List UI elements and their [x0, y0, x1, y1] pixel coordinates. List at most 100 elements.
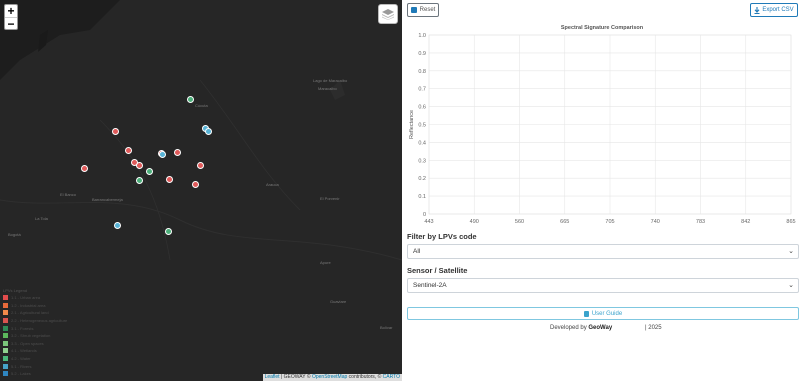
place-label: El Banco — [60, 192, 77, 197]
map-marker[interactable] — [204, 127, 212, 135]
filter-value: All — [413, 248, 421, 255]
map-marker[interactable] — [80, 164, 88, 172]
y-tick-label: 0.9 — [418, 51, 426, 57]
x-tick-label: 490 — [470, 219, 479, 225]
x-tick-label: 783 — [696, 219, 705, 225]
zoom-control: + − — [4, 4, 18, 30]
legend-item: 3.1 - Forests — [3, 324, 103, 332]
map-marker[interactable] — [164, 227, 172, 235]
map-marker[interactable] — [113, 221, 121, 229]
y-tick-label: 0.6 — [418, 105, 426, 111]
place-label: La Tola — [35, 216, 48, 221]
book-icon — [583, 310, 589, 317]
legend-swatch — [3, 333, 8, 339]
reset-icon — [410, 7, 417, 13]
legend-item: 3.2 - Shrub vegetation — [3, 332, 103, 340]
x-tick-label: 842 — [741, 219, 750, 225]
legend-swatch — [3, 295, 8, 301]
legend-swatch — [3, 325, 8, 331]
map-marker[interactable] — [165, 175, 173, 183]
map-marker[interactable] — [124, 146, 132, 154]
legend-label: 5.1 - Rivers — [11, 363, 32, 369]
y-tick-label: 0.2 — [418, 176, 426, 182]
zoom-in-button[interactable]: + — [5, 5, 17, 17]
legend-item: 4.1 - Wetlands — [3, 347, 103, 355]
filter-label: Filter by LPVs code — [407, 232, 477, 241]
legend-label: 3.1 - Forests — [11, 325, 34, 331]
map-view[interactable]: + − Lago de Maracaibo Maracaibo Cúcuta E… — [0, 0, 402, 381]
x-tick-label: 560 — [515, 219, 524, 225]
legend-swatch — [3, 318, 8, 324]
place-label: Maracaibo — [318, 86, 337, 91]
legend-item: 5.1 - Rivers — [3, 362, 103, 370]
legend-swatch — [3, 340, 8, 346]
chevron-down-icon: ⌄ — [788, 282, 794, 289]
map-marker[interactable] — [158, 150, 166, 158]
y-tick-label: 1.0 — [418, 33, 426, 39]
leaflet-link[interactable]: Leaflet — [265, 374, 280, 380]
spectral-chart: 0 0.1 0.2 0.3 0.4 0.5 0.6 0.7 0.8 0.9 1.0 443 490 560… — [409, 25, 796, 225]
osm-link[interactable]: OpenStreetMap — [312, 374, 347, 380]
place-label: Barrancabermeja — [92, 197, 123, 202]
legend-item: 1.2 - Industrial area — [3, 302, 103, 310]
place-label: Apure — [320, 260, 331, 265]
chart-title: Spectral Signature Comparison — [561, 25, 644, 31]
footer-developed: Developed by GeoWay — [550, 325, 612, 331]
legend-label: 4.2 - Water — [11, 356, 31, 362]
attribution-text: contributors, © — [347, 374, 383, 380]
footer-year: | 2025 — [645, 325, 662, 331]
place-label: Cúcuta — [195, 103, 208, 108]
reset-button[interactable]: Reset — [407, 3, 439, 17]
footer-brand: GeoWay — [588, 325, 613, 331]
export-csv-button[interactable]: Export CSV — [750, 3, 798, 17]
y-tick-label: 0.3 — [418, 158, 426, 164]
map-marker[interactable] — [196, 161, 204, 169]
control-panel: Reset Export CSV 0 0.1 0.2 0.3 0.4 0.5 0.6 0.7 0… — [402, 0, 800, 381]
map-marker[interactable] — [191, 180, 199, 188]
legend-item: 2.2 - Heterogeneous agriculture — [3, 317, 103, 325]
lpv-legend: LPVs Legend 1.1 - Urban area 1.2 - Indust… — [3, 288, 103, 378]
map-marker[interactable] — [173, 148, 181, 156]
map-attribution: Leaflet | GEOWAY © OpenStreetMap contrib… — [262, 374, 402, 381]
map-marker[interactable] — [145, 167, 153, 175]
legend-label: 3.3 - Open spaces — [11, 340, 44, 346]
legend-item: 5.2 - Lakes — [3, 370, 103, 378]
legend-item: 4.2 - Water — [3, 355, 103, 363]
y-tick-label: 0.5 — [418, 123, 426, 129]
place-label: Bolívar — [380, 325, 393, 330]
legend-item: 1.1 - Urban area — [3, 294, 103, 302]
map-marker[interactable] — [186, 95, 194, 103]
legend-swatch — [3, 363, 8, 369]
map-marker[interactable] — [111, 127, 119, 135]
map-marker[interactable] — [135, 176, 143, 184]
legend-label: 5.2 - Lakes — [11, 371, 31, 377]
user-guide-button[interactable]: User Guide — [407, 307, 799, 320]
legend-label: 2.2 - Heterogeneous agriculture — [11, 318, 68, 324]
y-tick-label: 0 — [423, 212, 426, 218]
legend-item: 3.3 - Open spaces — [3, 340, 103, 348]
legend-label: 1.2 - Industrial area — [11, 302, 46, 308]
place-label: Guaviare — [330, 299, 347, 304]
footer-dev-text: Developed by — [550, 325, 587, 331]
y-tick-label: 0.7 — [418, 87, 426, 93]
place-label: Bogotá — [8, 232, 21, 237]
map-marker[interactable] — [135, 161, 143, 169]
reset-label: Reset — [419, 7, 436, 13]
carto-link[interactable]: CARTO — [383, 374, 400, 380]
layers-button[interactable] — [378, 4, 398, 24]
zoom-out-button[interactable]: − — [5, 17, 17, 30]
sensor-value: Sentinel-2A — [413, 282, 447, 289]
x-tick-label: 665 — [560, 219, 569, 225]
x-tick-label: 740 — [651, 219, 660, 225]
chevron-down-icon: ⌄ — [788, 248, 794, 255]
sensor-select[interactable]: Sentinel-2A ⌄ — [407, 278, 799, 293]
y-tick-label: 0.4 — [418, 140, 426, 146]
place-label: Lago de Maracaibo — [313, 78, 348, 83]
legend-label: 3.2 - Shrub vegetation — [11, 333, 51, 339]
filter-select[interactable]: All ⌄ — [407, 244, 799, 259]
legend-title: LPVs Legend — [3, 288, 28, 293]
x-tick-label: 705 — [605, 219, 614, 225]
place-label: El Porvenir — [320, 196, 340, 201]
user-guide-label: User Guide — [591, 310, 623, 317]
y-axis-label: Reflectance — [409, 110, 415, 139]
